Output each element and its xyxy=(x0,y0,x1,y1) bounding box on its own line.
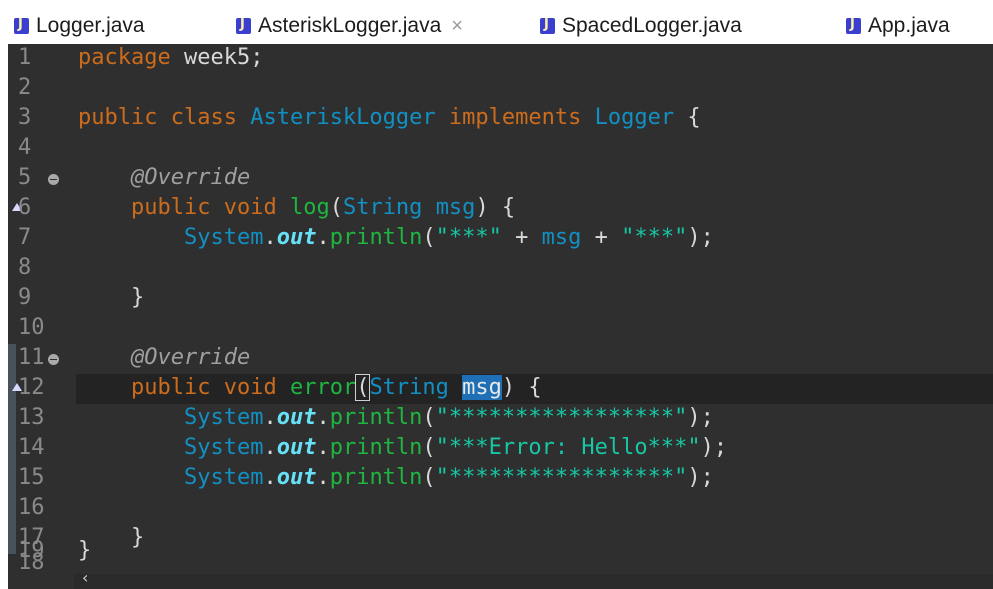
code-line: 4 xyxy=(8,134,993,164)
fold-collapse-icon[interactable] xyxy=(48,174,59,185)
line-number: 10 xyxy=(18,315,45,340)
line-number: 9 xyxy=(18,285,32,310)
code-line: 15 System.out.println("*****************… xyxy=(8,464,993,494)
tab-label: App.java xyxy=(868,14,950,37)
line-number: 15 xyxy=(18,465,45,490)
tab-app-java[interactable]: App.java xyxy=(846,8,950,44)
java-file-icon xyxy=(236,17,251,34)
java-file-icon xyxy=(14,17,29,34)
code-editor[interactable]: 1 package week5; 2 3 public class Asteri… xyxy=(8,44,993,589)
line-number: 1 xyxy=(18,45,32,70)
editor-window: Logger.java AsteriskLogger.java × Spaced… xyxy=(8,8,993,589)
java-file-icon xyxy=(540,17,555,34)
code-line: 14 System.out.println("***Error: Hello**… xyxy=(8,434,993,464)
code-line: 1 package week5; xyxy=(18,45,264,70)
line-number: 6 xyxy=(18,195,32,220)
code-line: 8 xyxy=(8,254,993,284)
code-line: 9 } xyxy=(18,285,145,310)
code-line: 16 xyxy=(8,494,993,524)
matching-bracket: ( xyxy=(355,374,371,401)
tab-label: AsteriskLogger.java xyxy=(258,14,442,37)
editor-tab-bar: Logger.java AsteriskLogger.java × Spaced… xyxy=(8,8,993,44)
code-line: 11 @Override xyxy=(8,344,993,374)
fold-collapse-icon[interactable] xyxy=(48,354,59,365)
close-tab-icon[interactable]: × xyxy=(451,15,463,38)
line-number: 7 xyxy=(18,225,32,250)
selected-text: msg xyxy=(462,375,502,400)
tab-asterisklogger-java[interactable]: AsteriskLogger.java × xyxy=(236,8,463,44)
horizontal-scrollbar[interactable]: ‹ xyxy=(74,568,993,589)
line-number: 14 xyxy=(18,435,45,460)
scroll-left-icon[interactable]: ‹ xyxy=(82,568,88,587)
line-number: 19 xyxy=(18,538,45,563)
tab-label: Logger.java xyxy=(36,14,145,37)
code-line: 19 } xyxy=(18,538,92,563)
line-number: 13 xyxy=(18,405,45,430)
code-line: 13 System.out.println("*****************… xyxy=(8,404,993,434)
code-line: 5 @Override xyxy=(18,165,251,190)
tab-logger-java[interactable]: Logger.java xyxy=(14,8,145,44)
line-number: 5 xyxy=(18,165,32,190)
current-code-line: 12 public void error(String msg) { xyxy=(8,374,993,404)
code-line: 2 xyxy=(8,74,993,104)
line-number: 16 xyxy=(18,495,45,520)
code-line: 10 xyxy=(8,314,993,344)
line-number: 2 xyxy=(18,75,32,100)
line-number: 3 xyxy=(18,105,32,130)
code-line: 7 System.out.println("***" + msg + "***"… xyxy=(18,225,714,250)
line-number: 4 xyxy=(18,135,32,160)
tab-spacedlogger-java[interactable]: SpacedLogger.java xyxy=(540,8,742,44)
tab-label: SpacedLogger.java xyxy=(562,14,742,37)
line-number: 8 xyxy=(18,255,32,280)
line-number: 11 xyxy=(18,345,45,370)
java-file-icon xyxy=(846,17,861,34)
line-number: 12 xyxy=(18,375,45,400)
code-line: 6 public void log(String msg) { xyxy=(8,194,993,224)
code-line: 3 public class AsteriskLogger implements… xyxy=(18,105,701,130)
